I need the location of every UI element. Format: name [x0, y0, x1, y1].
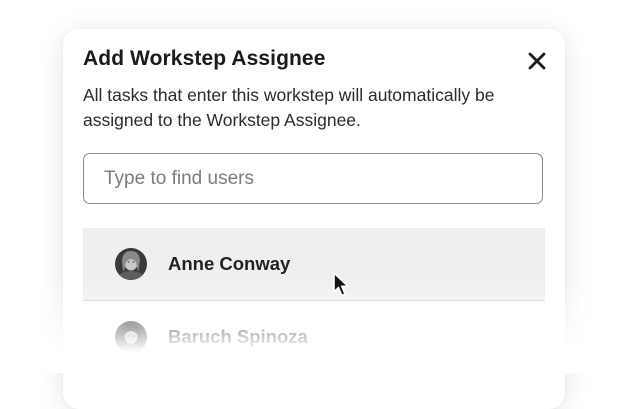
dialog-description: All tasks that enter this workstep will … [83, 85, 495, 130]
close-icon[interactable] [525, 49, 549, 73]
user-option-anne-conway[interactable]: Anne Conway [83, 228, 545, 301]
user-list: Anne Conway Baruch Spinoza [83, 228, 545, 373]
add-assignee-dialog: Add Workstep Assignee All tasks that ent… [63, 29, 565, 409]
avatar [115, 321, 147, 353]
user-name: Baruch Spinoza [168, 326, 308, 347]
avatar [115, 248, 147, 280]
search-users-input[interactable] [83, 153, 543, 204]
user-name: Anne Conway [168, 253, 291, 274]
dialog-title: Add Workstep Assignee [83, 47, 326, 70]
user-option-baruch-spinoza[interactable]: Baruch Spinoza [83, 301, 545, 373]
